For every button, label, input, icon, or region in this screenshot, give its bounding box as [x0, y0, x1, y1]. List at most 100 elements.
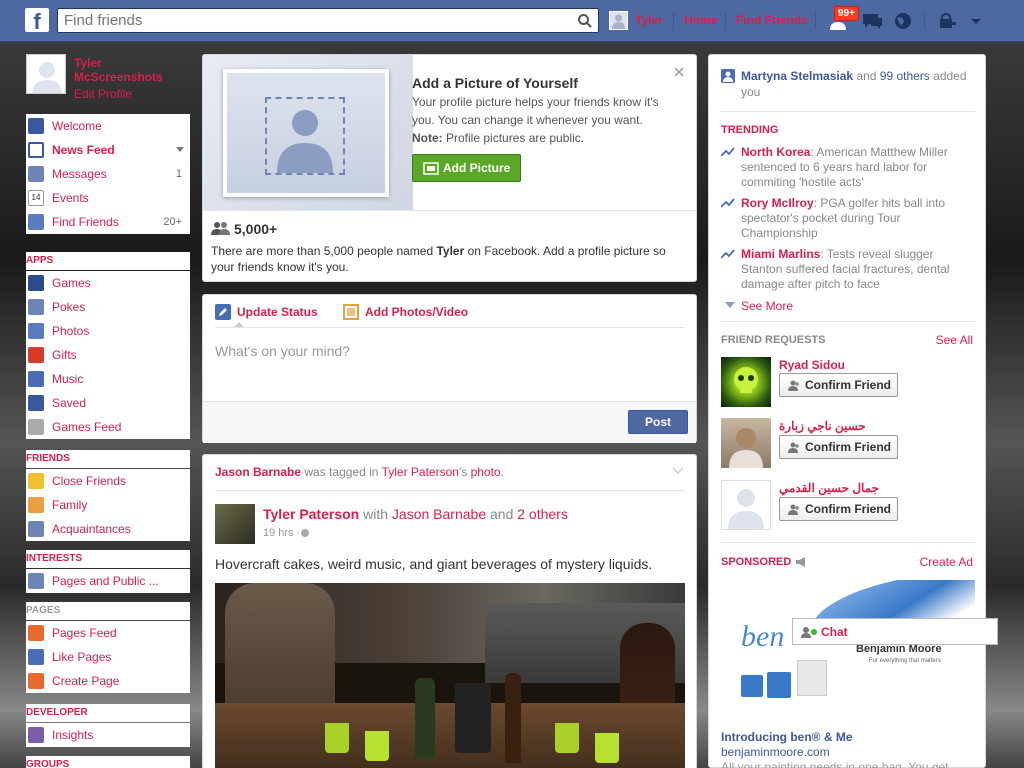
ad-ben-logo: ben — [741, 620, 785, 653]
others-link[interactable]: 2 others — [517, 506, 568, 522]
request-avatar[interactable] — [721, 418, 771, 468]
right-column: Martyna Stelmasiak and 99 others added y… — [708, 54, 986, 768]
trend-item[interactable]: Rory McIlroy: PGA golfer hits ball into … — [721, 196, 971, 241]
find-friends-icon — [28, 214, 44, 230]
edit-profile-link[interactable]: Edit Profile — [74, 87, 132, 101]
tab-update-status[interactable]: Update Status — [215, 304, 318, 320]
sidebar-item-like-pages[interactable]: Like Pages — [26, 645, 190, 669]
search-input[interactable] — [58, 9, 558, 32]
photo-link[interactable]: photo — [471, 465, 501, 479]
sidebar-item-insights[interactable]: Insights — [26, 723, 190, 747]
confirm-friend-button[interactable]: Confirm Friend — [779, 435, 898, 459]
top-find-friends-link[interactable]: Find Friends — [736, 13, 808, 27]
pages-feed-flag-icon — [28, 625, 44, 641]
sidebar-item-acquaintances[interactable]: Acquaintances — [26, 517, 190, 541]
sidebar-item-gifts[interactable]: Gifts — [26, 343, 190, 367]
sidebar-item-photos[interactable]: Photos — [26, 319, 190, 343]
notifications-globe-icon[interactable] — [892, 11, 914, 31]
request-name[interactable]: Ryad Sidou — [779, 358, 845, 372]
friends-heading: FRIENDS — [26, 450, 190, 468]
author-link[interactable]: Tyler Paterson — [263, 506, 359, 522]
sidebar-item-find-friends[interactable]: Find Friends 20+ — [26, 210, 190, 234]
see-more-link[interactable]: See More — [725, 299, 793, 313]
see-all-link[interactable]: See All — [936, 333, 973, 347]
confirm-friend-button[interactable]: Confirm Friend — [779, 373, 898, 397]
sidebar-item-family[interactable]: Family — [26, 493, 190, 517]
sidebar-item-close-friends[interactable]: Close Friends — [26, 469, 190, 493]
messages-count: 1 — [175, 168, 182, 180]
chevron-down-icon[interactable] — [176, 147, 184, 153]
search-box[interactable] — [57, 8, 599, 33]
people-count: 5,000+ — [234, 221, 278, 237]
with-link[interactable]: Jason Barnabe — [392, 506, 486, 522]
friends-list: Close Friends Family Acquaintances — [26, 469, 190, 541]
ad-image[interactable]: ben Benjamin Moore For everything that m… — [721, 580, 975, 730]
story-timestamp[interactable]: 19 hrs · — [263, 527, 310, 539]
confirm-friend-button[interactable]: Confirm Friend — [779, 497, 898, 521]
calendar-icon: 14 — [28, 190, 44, 206]
sidebar-item-create-page[interactable]: Create Page — [26, 669, 190, 693]
facebook-logo[interactable]: f — [25, 8, 49, 32]
ad-title[interactable]: Introducing ben® & Me — [721, 730, 853, 744]
tagger-link[interactable]: Jason Barnabe — [215, 465, 301, 479]
megaphone-icon — [796, 557, 806, 567]
sidebar-item-welcome[interactable]: Welcome — [26, 114, 190, 138]
family-house-icon — [28, 497, 44, 513]
trending-arrow-icon — [721, 249, 735, 259]
sidebar-item-saved[interactable]: Saved — [26, 391, 190, 415]
favorites-list: Welcome News Feed Messages 1 14 Events F… — [26, 114, 190, 234]
divider — [721, 111, 975, 112]
person-photo-icon — [729, 428, 763, 468]
camera-icon — [423, 162, 439, 175]
sidebar-item-pokes[interactable]: Pokes — [26, 295, 190, 319]
top-home-link[interactable]: Home — [684, 13, 717, 27]
sidebar-item-games-feed[interactable]: Games Feed — [26, 415, 190, 439]
composer-input[interactable]: What's on your mind? — [215, 343, 350, 359]
request-name[interactable]: حسين ناجي زبارة — [779, 419, 866, 433]
profile-avatar[interactable] — [26, 54, 66, 94]
post-button[interactable]: Post — [628, 410, 688, 434]
story-photo[interactable] — [215, 583, 685, 768]
request-avatar[interactable] — [721, 357, 771, 407]
search-icon[interactable] — [577, 13, 593, 29]
chat-tab[interactable]: Chat — [792, 618, 998, 645]
sidebar-item-messages[interactable]: Messages 1 — [26, 162, 190, 186]
request-name[interactable]: جمال حسين القدمي — [779, 481, 879, 495]
top-avatar[interactable] — [609, 11, 628, 30]
activity-name-link[interactable]: Martyna Stelmasiak — [741, 69, 853, 83]
tab-add-photos[interactable]: Add Photos/Video — [343, 304, 468, 320]
sidebar-item-events[interactable]: 14 Events — [26, 186, 190, 210]
music-icon — [28, 371, 44, 387]
pages-list: Pages Feed Like Pages Create Page — [26, 621, 190, 693]
create-ad-link[interactable]: Create Ad — [920, 555, 973, 569]
ad-description: All your painting needs in one bag. You … — [721, 760, 949, 768]
divider — [203, 210, 696, 211]
left-sidebar: Tyler McScreenshots Edit Profile Welcome… — [26, 42, 190, 768]
author-avatar[interactable] — [215, 504, 255, 544]
add-picture-button[interactable]: Add Picture — [412, 154, 521, 182]
top-profile-link[interactable]: Tyler — [635, 13, 663, 27]
add-friend-icon — [788, 380, 799, 391]
messages-icon[interactable] — [861, 11, 883, 31]
owner-link[interactable]: Tyler Paterson — [382, 465, 459, 479]
trend-item[interactable]: North Korea: American Matthew Miller sen… — [721, 145, 971, 190]
sidebar-item-pages-and-public[interactable]: Pages and Public ... — [26, 569, 190, 593]
top-separator — [924, 12, 925, 30]
sidebar-item-games[interactable]: Games — [26, 271, 190, 295]
sidebar-item-music[interactable]: Music — [26, 367, 190, 391]
developer-list: Insights — [26, 723, 190, 747]
close-icon[interactable] — [674, 67, 684, 77]
account-menu-chevron-icon[interactable] — [965, 11, 987, 31]
sidebar-item-news-feed[interactable]: News Feed — [26, 138, 190, 162]
messages-icon — [28, 166, 44, 182]
profile-name[interactable]: Tyler McScreenshots — [74, 56, 184, 84]
trend-item[interactable]: Miami Marlins: Tests reveal slugger Stan… — [721, 247, 971, 292]
ad-url[interactable]: benjaminmoore.com — [721, 745, 830, 759]
groups-heading: GROUPS — [26, 756, 190, 768]
privacy-shortcuts-icon[interactable] — [937, 11, 959, 31]
sidebar-item-pages-feed[interactable]: Pages Feed — [26, 621, 190, 645]
request-avatar[interactable] — [721, 480, 771, 530]
activity-others-link[interactable]: 99 others — [880, 69, 930, 83]
star-icon — [28, 473, 44, 489]
chevron-down-icon[interactable] — [672, 467, 684, 475]
